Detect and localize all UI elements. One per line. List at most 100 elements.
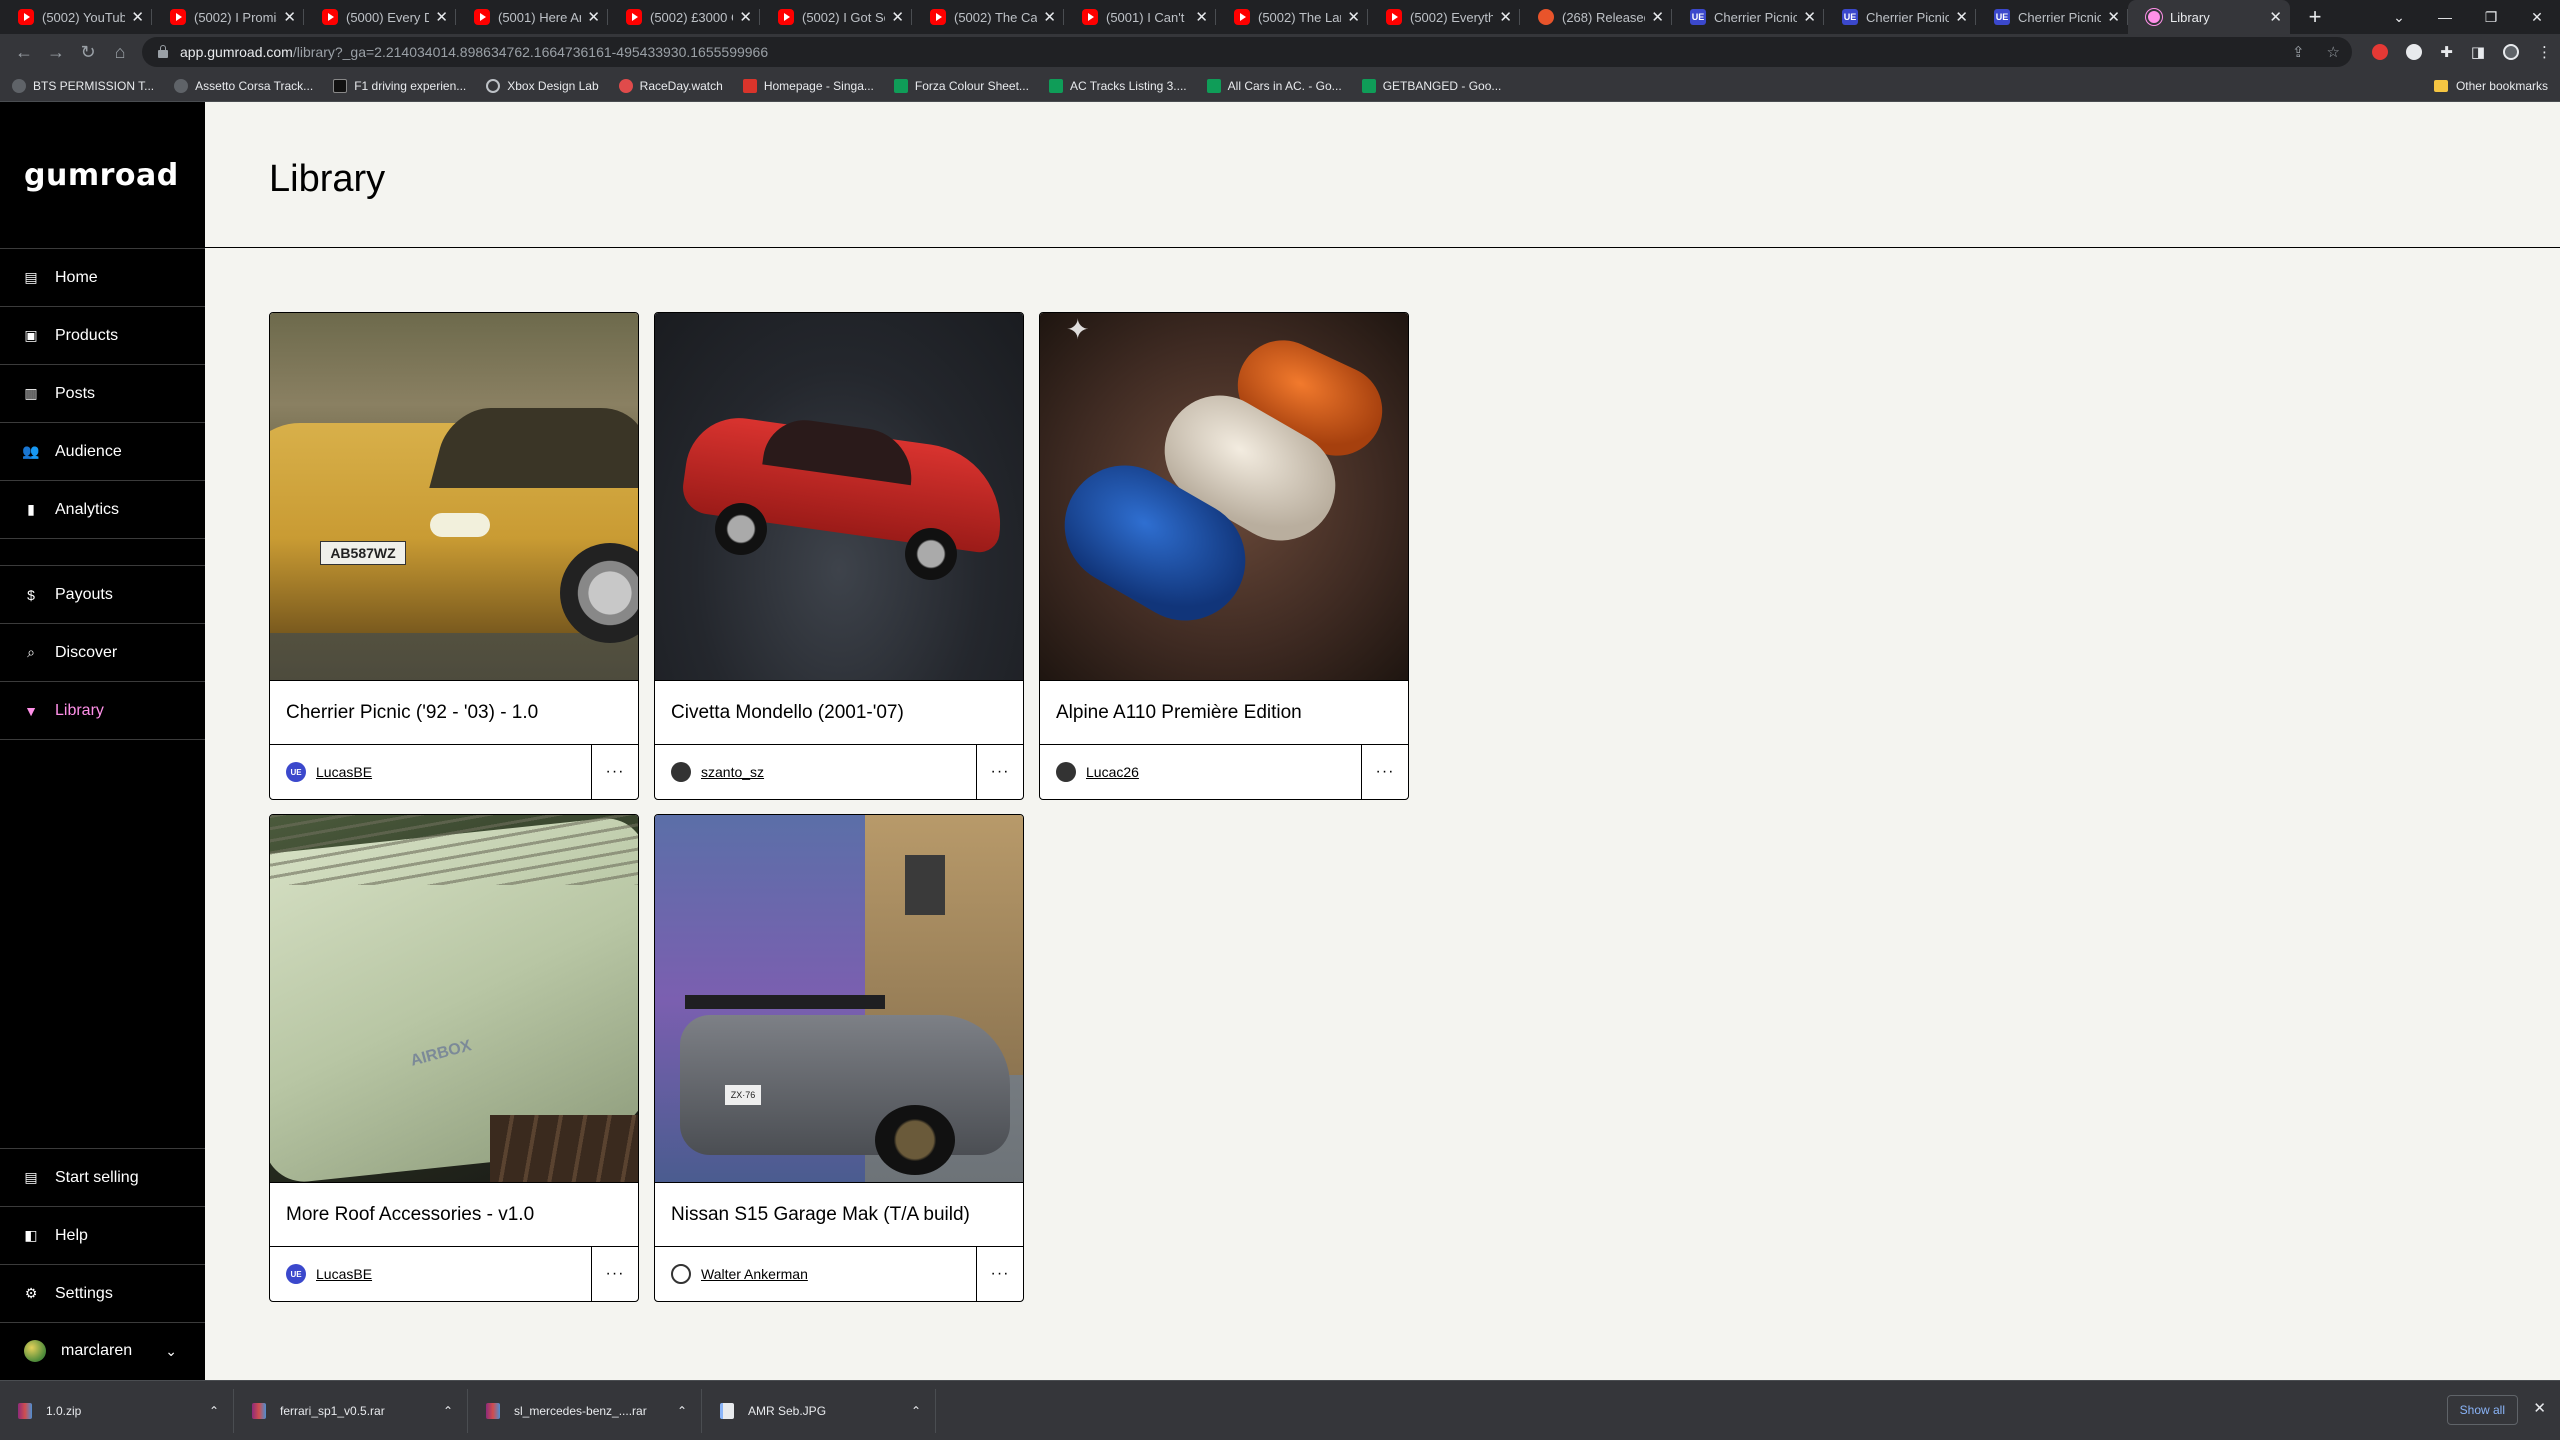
- tab-close-icon[interactable]: ✕: [1347, 8, 1360, 26]
- bookmark-item[interactable]: BTS PERMISSION T...: [12, 78, 154, 93]
- tab-14[interactable]: Library ✕: [2128, 0, 2290, 34]
- profile-icon[interactable]: [2503, 44, 2519, 60]
- gumroad-logo[interactable]: Gumroad: [24, 158, 179, 193]
- download-item[interactable]: AMR Seb.JPG ⌃: [702, 1388, 936, 1433]
- show-all-button[interactable]: Show all: [2446, 1395, 2518, 1425]
- tab-search-icon[interactable]: ⌄: [2376, 9, 2422, 26]
- bookmark-item[interactable]: Homepage - Singa...: [742, 78, 874, 93]
- tab-close-icon[interactable]: ✕: [1195, 8, 1208, 26]
- tab-12[interactable]: UE Cherrier Picnic (✕: [1824, 0, 1976, 34]
- product-card[interactable]: ✦ Alpine A110 Première Edition Lucac26 ···: [1039, 312, 1409, 800]
- sidebar-item-discover[interactable]: ⌕ Discover: [0, 624, 205, 682]
- tab-8[interactable]: (5002) The Larg ✕: [1216, 0, 1368, 34]
- chevron-up-icon[interactable]: ⌃: [209, 1404, 219, 1418]
- creator-link[interactable]: szanto_sz: [701, 764, 764, 780]
- back-icon[interactable]: ←: [8, 42, 40, 63]
- reload-icon[interactable]: ↻: [72, 42, 104, 63]
- sidebar-item-audience[interactable]: 👥 Audience: [0, 423, 205, 481]
- tab-7[interactable]: (5001) I Can't BE ✕: [1064, 0, 1216, 34]
- more-options-button[interactable]: ···: [592, 745, 638, 799]
- sidebar-item-payouts[interactable]: $ Payouts: [0, 566, 205, 624]
- product-title[interactable]: Cherrier Picnic ('92 - '03) - 1.0: [270, 681, 638, 745]
- tab-10[interactable]: (268) Released ✕: [1520, 0, 1672, 34]
- bookmark-item[interactable]: Forza Colour Sheet...: [893, 78, 1029, 93]
- download-item[interactable]: ferrari_sp1_v0.5.rar ⌃: [234, 1388, 468, 1433]
- creator-link[interactable]: Walter Ankerman: [701, 1266, 808, 1282]
- bookmark-item[interactable]: All Cars in AC. - Go...: [1206, 78, 1342, 93]
- share-icon[interactable]: ⇪: [2292, 43, 2305, 61]
- tab-6[interactable]: (5002) The Carts ✕: [912, 0, 1064, 34]
- new-tab-button[interactable]: +: [2300, 4, 2330, 30]
- sidebar-item-settings[interactable]: ⚙ Settings: [0, 1265, 205, 1323]
- bookmark-item[interactable]: RaceDay.watch: [618, 78, 723, 93]
- chevron-up-icon[interactable]: ⌃: [677, 1404, 687, 1418]
- tab-13[interactable]: UE Cherrier Picnic (✕: [1976, 0, 2128, 34]
- user-menu[interactable]: marclaren ⌄: [0, 1322, 205, 1380]
- tab-0[interactable]: (5002) YouTube ✕: [0, 0, 152, 34]
- more-options-button[interactable]: ···: [592, 1247, 638, 1301]
- tab-3[interactable]: (5001) Here Are ✕: [456, 0, 608, 34]
- sidebar-item-library[interactable]: ▼ Library: [0, 682, 205, 740]
- product-thumbnail[interactable]: ✦: [1040, 313, 1408, 681]
- other-bookmarks[interactable]: Other bookmarks: [2433, 70, 2548, 102]
- tab-close-icon[interactable]: ✕: [2269, 8, 2282, 26]
- tab-close-icon[interactable]: ✕: [1955, 8, 1968, 26]
- download-item[interactable]: sl_mercedes-benz_....rar ⌃: [468, 1388, 702, 1433]
- sidebar-item-analytics[interactable]: ▮ Analytics: [0, 481, 205, 539]
- side-panel-icon[interactable]: ◨: [2471, 43, 2485, 61]
- bookmark-item[interactable]: F1 driving experien...: [333, 78, 466, 93]
- product-card[interactable]: AIRBOX More Roof Accessories - v1.0 UE Luca…: [269, 814, 639, 1302]
- extension-icon-white[interactable]: [2406, 44, 2423, 60]
- more-options-button[interactable]: ···: [1362, 745, 1408, 799]
- extension-icon-red[interactable]: [2372, 44, 2389, 60]
- tab-close-icon[interactable]: ✕: [1803, 8, 1816, 26]
- product-thumbnail[interactable]: AB587WZ: [270, 313, 638, 681]
- product-card[interactable]: AB587WZ Cherrier Picnic ('92 - '03) - 1.0…: [269, 312, 639, 800]
- sidebar-item-posts[interactable]: ▥ Posts: [0, 365, 205, 423]
- tab-close-icon[interactable]: ✕: [435, 8, 448, 26]
- tab-close-icon[interactable]: ✕: [739, 8, 752, 26]
- url-bar[interactable]: app.gumroad.com/library?_ga=2.214034014.…: [142, 37, 2352, 67]
- tab-5[interactable]: (5002) I Got Sca ✕: [760, 0, 912, 34]
- tab-close-icon[interactable]: ✕: [587, 8, 600, 26]
- product-thumbnail[interactable]: [655, 313, 1023, 681]
- bookmark-item[interactable]: AC Tracks Listing 3....: [1048, 78, 1187, 93]
- product-title[interactable]: Nissan S15 Garage Mak (T/A build): [655, 1183, 1023, 1247]
- product-thumbnail[interactable]: AIRBOX: [270, 815, 638, 1183]
- bookmark-item[interactable]: Xbox Design Lab: [486, 78, 599, 93]
- product-title[interactable]: Civetta Mondello (2001-'07): [655, 681, 1023, 745]
- extensions-puzzle-icon[interactable]: ✚: [2440, 43, 2453, 61]
- product-card[interactable]: ZX·76 Nissan S15 Garage Mak (T/A build) Wa…: [654, 814, 1024, 1302]
- tab-9[interactable]: (5002) Everythin ✕: [1368, 0, 1520, 34]
- tab-2[interactable]: (5000) Every Dri ✕: [304, 0, 456, 34]
- product-thumbnail[interactable]: ZX·76: [655, 815, 1023, 1183]
- sidebar-item-products[interactable]: ▣ Products: [0, 307, 205, 365]
- tab-11[interactable]: UE Cherrier Picnic (✕: [1672, 0, 1824, 34]
- tab-close-icon[interactable]: ✕: [131, 8, 144, 26]
- sidebar-item-help[interactable]: ◧ Help: [0, 1207, 205, 1265]
- download-item[interactable]: 1.0.zip ⌃: [0, 1388, 234, 1433]
- restore-button[interactable]: ❐: [2468, 9, 2514, 26]
- product-title[interactable]: More Roof Accessories - v1.0: [270, 1183, 638, 1247]
- close-icon[interactable]: ✕: [2533, 1399, 2546, 1417]
- bookmark-item[interactable]: Assetto Corsa Track...: [174, 78, 313, 93]
- minimize-button[interactable]: —: [2422, 9, 2468, 25]
- tab-4[interactable]: (5002) £3000 Ca ✕: [608, 0, 760, 34]
- creator-link[interactable]: Lucac26: [1086, 764, 1139, 780]
- product-title[interactable]: Alpine A110 Première Edition: [1040, 681, 1408, 745]
- product-card[interactable]: Civetta Mondello (2001-'07) szanto_sz ···: [654, 312, 1024, 800]
- forward-icon[interactable]: →: [40, 42, 72, 63]
- tab-1[interactable]: (5002) I Promise ✕: [152, 0, 304, 34]
- home-button-icon[interactable]: ⌂: [104, 42, 136, 63]
- creator-link[interactable]: LucasBE: [316, 764, 372, 780]
- more-options-button[interactable]: ···: [977, 1247, 1023, 1301]
- bookmark-star-icon[interactable]: ☆: [2327, 43, 2340, 61]
- menu-kebab-icon[interactable]: ⋮: [2537, 43, 2552, 61]
- tab-close-icon[interactable]: ✕: [2107, 8, 2120, 26]
- tab-close-icon[interactable]: ✕: [891, 8, 904, 26]
- creator-link[interactable]: LucasBE: [316, 1266, 372, 1282]
- sidebar-item-start-selling[interactable]: ▤ Start selling: [0, 1149, 205, 1207]
- tab-close-icon[interactable]: ✕: [1043, 8, 1056, 26]
- chevron-up-icon[interactable]: ⌃: [911, 1404, 921, 1418]
- chevron-up-icon[interactable]: ⌃: [443, 1404, 453, 1418]
